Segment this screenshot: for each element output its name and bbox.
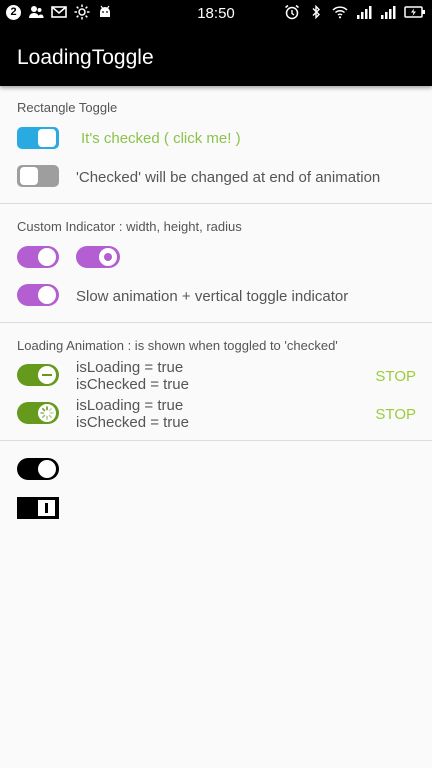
loading-dash-icon — [42, 374, 52, 376]
toggle-knob — [38, 129, 56, 147]
app-title: LoadingToggle — [17, 46, 154, 69]
toggle-knob — [38, 248, 56, 266]
signal-icon-2 — [381, 6, 396, 19]
section-title-loading: Loading Animation : is shown when toggle… — [17, 338, 338, 353]
toggle-knob — [99, 248, 117, 266]
toggle-knob — [20, 167, 38, 185]
rectangle-toggle-unchecked[interactable] — [17, 165, 59, 187]
black-square-toggle[interactable] — [17, 497, 59, 519]
rectangle-toggle-label-1: It's checked ( click me! ) — [81, 130, 241, 147]
section-divider — [0, 322, 432, 323]
section-divider — [0, 203, 432, 204]
loading-toggle-1[interactable] — [17, 364, 59, 386]
status-bar: 2 18:50 — [0, 0, 432, 28]
loading-row-1-line2: isChecked = true — [76, 376, 189, 393]
loading-row-1-line1: isLoading = true — [76, 359, 184, 376]
custom-toggle-label-slow: Slow animation + vertical toggle indicat… — [76, 288, 349, 305]
bluetooth-icon — [312, 4, 320, 20]
stop-button-2[interactable]: STOP — [375, 406, 416, 423]
rectangle-toggle-checked[interactable] — [17, 127, 59, 149]
custom-toggle-2[interactable] — [76, 246, 120, 268]
loading-row-2-text: isLoading = true isChecked = true — [76, 397, 189, 431]
toggle-knob — [38, 366, 56, 384]
loading-row-2-line1: isLoading = true — [76, 397, 184, 414]
loading-row-2-line2: isChecked = true — [76, 414, 189, 431]
section-divider — [0, 440, 432, 441]
toggle-knob — [38, 460, 56, 478]
toggle-knob — [38, 286, 56, 304]
section-title-custom: Custom Indicator : width, height, radius — [17, 219, 242, 234]
black-round-toggle[interactable] — [17, 458, 59, 480]
toggle-knob — [38, 404, 56, 422]
alarm-icon — [285, 4, 299, 20]
rectangle-toggle-label-2: 'Checked' will be changed at end of anim… — [76, 169, 381, 186]
battery-icon — [404, 6, 425, 18]
loading-row-1-text: isLoading = true isChecked = true — [76, 359, 189, 393]
custom-toggle-1[interactable] — [17, 246, 59, 268]
app-bar: LoadingToggle — [0, 28, 432, 86]
signal-icon-1 — [357, 6, 372, 19]
custom-toggle-slow[interactable] — [17, 284, 59, 306]
knob-bar-indicator — [45, 503, 48, 513]
loading-spinner-icon — [40, 406, 54, 420]
stop-button-1[interactable]: STOP — [375, 368, 416, 385]
knob-dot-indicator — [104, 253, 112, 261]
section-title-rectangle: Rectangle Toggle — [17, 100, 118, 115]
loading-toggle-2[interactable] — [17, 402, 59, 424]
wifi-icon — [332, 6, 348, 19]
toggle-knob — [38, 500, 55, 516]
